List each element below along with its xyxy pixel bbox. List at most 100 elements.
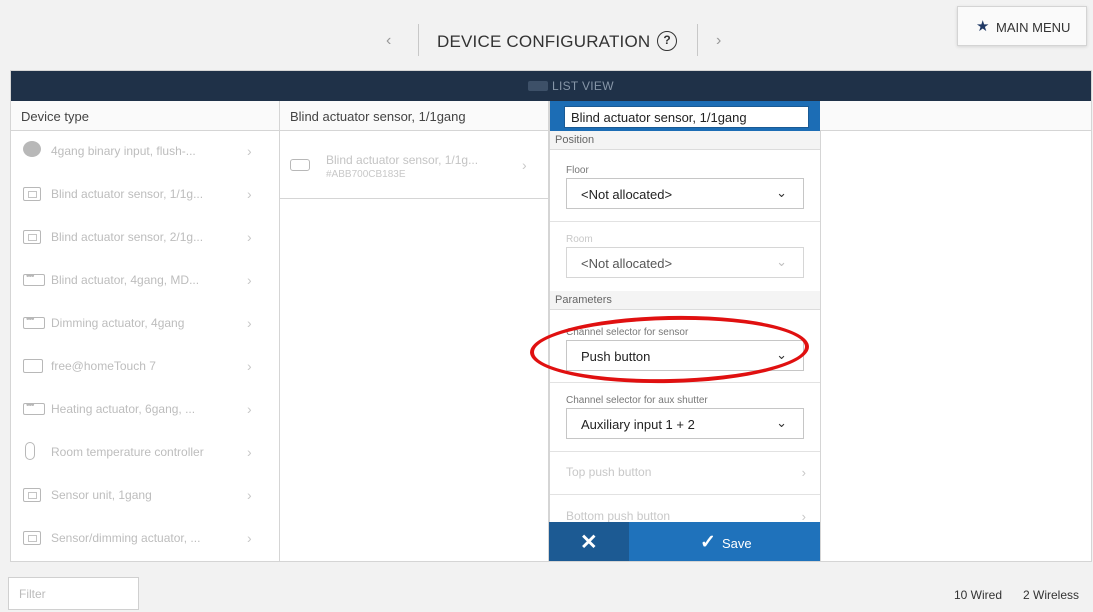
- list-view-label: LIST VIEW: [552, 79, 614, 93]
- chevron-right-icon: ›: [247, 530, 252, 546]
- close-icon: ✕: [580, 531, 598, 554]
- chevron-down-icon: ⌄: [776, 415, 787, 430]
- filter-input[interactable]: [8, 577, 139, 610]
- blind-sensor-icon: [290, 159, 310, 171]
- device-type-label: Sensor/dimming actuator, ...: [51, 531, 201, 545]
- main-menu-button[interactable]: ★ MAIN MENU: [957, 6, 1087, 46]
- top-push-button-label: Top push button: [566, 465, 652, 479]
- room-select[interactable]: <Not allocated> ⌄: [566, 247, 804, 278]
- form-header: [550, 101, 820, 131]
- chevron-right-icon: ›: [247, 272, 252, 288]
- save-button[interactable]: ✓ Save: [629, 522, 820, 561]
- aux-selector-label: Channel selector for aux shutter: [566, 395, 708, 406]
- aux-selector-select[interactable]: Auxiliary input 1 + 2 ⌄: [566, 408, 804, 439]
- device-type-item[interactable]: Dimming actuator, 4gang ›: [11, 303, 279, 343]
- chevron-right-icon: ›: [247, 487, 252, 503]
- divider: [550, 451, 820, 452]
- divider: [550, 221, 820, 222]
- chevron-right-icon: ›: [247, 229, 252, 245]
- chevron-right-icon: ›: [247, 444, 252, 460]
- actuator-icon: [23, 400, 45, 415]
- device-type-item[interactable]: 4gang binary input, flush-... ›: [11, 131, 279, 171]
- bottom-push-button-link[interactable]: Bottom push button ›: [566, 509, 816, 524]
- configuration-panel: LIST VIEW Device type Blind actuator sen…: [10, 70, 1092, 562]
- device-type-label: Blind actuator, 4gang, MD...: [51, 273, 200, 287]
- list-view-icon: [528, 81, 548, 91]
- binary-input-icon: [23, 141, 41, 157]
- device-name-input[interactable]: [564, 106, 809, 128]
- configuration-form: Position Floor <Not allocated> ⌄ Room <N…: [549, 101, 820, 561]
- device-type-item[interactable]: free@homeTouch 7 ›: [11, 346, 279, 386]
- device-type-item[interactable]: Room temperature controller ›: [11, 432, 279, 472]
- device-type-item[interactable]: Sensor unit, 1gang ›: [11, 475, 279, 515]
- chevron-down-icon: ⌄: [776, 185, 787, 200]
- floor-select[interactable]: <Not allocated> ⌄: [566, 178, 804, 209]
- parameters-section-header: Parameters: [550, 291, 820, 310]
- device-type-item[interactable]: Blind actuator sensor, 1/1g... ›: [11, 174, 279, 214]
- floor-value: <Not allocated>: [581, 187, 673, 202]
- device-type-item[interactable]: Sensor/dimming actuator, ... ›: [11, 518, 279, 558]
- channel-label: Blind actuator sensor, 1/1g...: [326, 153, 479, 167]
- device-type-label: 4gang binary input, flush-...: [51, 144, 196, 158]
- list-view-bar[interactable]: LIST VIEW: [11, 71, 1091, 101]
- device-type-label: Heating actuator, 6gang, ...: [51, 402, 196, 416]
- chevron-right-icon: ›: [247, 358, 252, 374]
- position-section-header: Position: [550, 131, 820, 150]
- title-divider: [697, 24, 698, 56]
- next-page-icon[interactable]: ›: [716, 32, 721, 50]
- device-type-list: 4gang binary input, flush-... › Blind ac…: [11, 131, 280, 561]
- main-menu-label: MAIN MENU: [996, 20, 1071, 35]
- actuator-icon: [23, 271, 45, 286]
- device-type-label: Blind actuator sensor, 1/1g...: [51, 187, 204, 201]
- chevron-right-icon: ›: [801, 465, 806, 480]
- channel-selector-value: Push button: [581, 349, 651, 364]
- aux-selector-value: Auxiliary input 1 + 2: [581, 417, 695, 432]
- page-title: DEVICE CONFIGURATION: [437, 32, 651, 51]
- divider: [550, 494, 820, 495]
- device-type-item[interactable]: Blind actuator, 4gang, MD... ›: [11, 260, 279, 300]
- help-icon[interactable]: ?: [657, 31, 677, 51]
- device-type-item[interactable]: Heating actuator, 6gang, ... ›: [11, 389, 279, 429]
- room-label: Room: [566, 234, 593, 245]
- touch-panel-icon: [23, 359, 43, 373]
- channel-selector-label: Channel selector for sensor: [566, 327, 689, 338]
- channel-selector-select[interactable]: Push button ⌄: [566, 340, 804, 371]
- chevron-right-icon: ›: [247, 186, 252, 202]
- device-type-header: Device type: [11, 101, 280, 131]
- channel-item[interactable]: Blind actuator sensor, 1/1g... #ABB700CB…: [280, 131, 548, 199]
- sensor-icon: [23, 488, 41, 502]
- wireless-count: 2 Wireless: [1023, 588, 1080, 602]
- wired-count: 10 Wired: [954, 588, 1003, 602]
- blind-sensor-icon: [23, 230, 41, 244]
- blind-sensor-icon: [23, 187, 41, 201]
- chevron-down-icon: ⌄: [776, 254, 787, 269]
- empty-column-header: [820, 101, 1091, 131]
- floor-label: Floor: [566, 165, 589, 176]
- form-actions: ✕ ✓ Save: [549, 522, 820, 561]
- channel-list: Blind actuator sensor, 1/1g... #ABB700CB…: [280, 131, 549, 561]
- bottom-push-button-label: Bottom push button: [566, 509, 671, 523]
- divider: [550, 382, 820, 383]
- top-push-button-link[interactable]: Top push button ›: [566, 465, 816, 480]
- checkmark-icon: ✓: [700, 532, 716, 553]
- cancel-button[interactable]: ✕: [549, 522, 629, 561]
- empty-column: [820, 131, 1091, 561]
- device-type-label: Dimming actuator, 4gang: [51, 316, 185, 330]
- chevron-right-icon: ›: [247, 401, 252, 417]
- star-icon: ★: [976, 18, 990, 35]
- save-label: Save: [722, 536, 752, 551]
- room-value: <Not allocated>: [581, 256, 673, 271]
- actuator-icon: [23, 314, 45, 329]
- channel-header: Blind actuator sensor, 1/1gang: [280, 101, 549, 131]
- previous-page-icon[interactable]: ‹: [386, 32, 391, 50]
- title-divider: [418, 24, 419, 56]
- device-type-label: Blind actuator sensor, 2/1g...: [51, 230, 204, 244]
- channel-serial: #ABB700CB183E: [326, 169, 406, 180]
- device-type-item[interactable]: Blind actuator sensor, 2/1g... ›: [11, 217, 279, 257]
- header: ‹ DEVICE CONFIGURATION ? › ★ MAIN MENU: [0, 0, 1093, 70]
- chevron-right-icon: ›: [247, 143, 252, 159]
- chevron-down-icon: ⌄: [776, 347, 787, 362]
- chevron-right-icon: ›: [247, 315, 252, 331]
- device-type-label: Room temperature controller: [51, 445, 204, 459]
- sensor-icon: [23, 531, 41, 545]
